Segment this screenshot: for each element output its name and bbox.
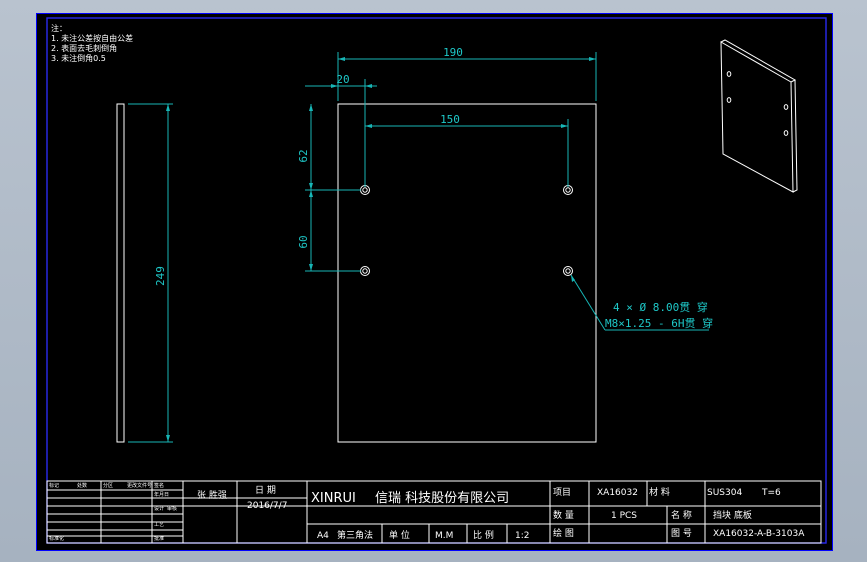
notes: 注： 1. 未注公差按自由公差 2. 表面去毛刺倒角 3. 未注倒角0.5 bbox=[51, 23, 133, 63]
note-header: 注： bbox=[51, 23, 67, 33]
svg-text:设计: 设计 bbox=[154, 505, 164, 512]
iso-plate-edge bbox=[720, 39, 798, 193]
project-no: XA16032 bbox=[597, 488, 638, 498]
dim-height: 249 bbox=[154, 266, 167, 286]
svg-text:日 期: 日 期 bbox=[255, 485, 276, 496]
drawing-no: XA16032-A-B-3103A bbox=[713, 529, 805, 539]
hole-note-1: 4 × Ø 8.00贯 穿 bbox=[613, 300, 708, 314]
material: SUS304 bbox=[707, 488, 742, 498]
svg-text:标记: 标记 bbox=[49, 482, 59, 489]
company-en: XINRUI bbox=[311, 491, 356, 506]
svg-text:年月日: 年月日 bbox=[154, 491, 169, 498]
cad-viewport[interactable]: 注： 1. 未注公差按自由公差 2. 表面去毛刺倒角 3. 未注倒角0.5 24… bbox=[36, 13, 833, 551]
iso-plate-face bbox=[720, 41, 794, 193]
company-cn: 信瑞 科技股份有限公司 bbox=[375, 491, 509, 506]
paper-size: A4 bbox=[317, 531, 329, 541]
note-3: 3. 未注倒角0.5 bbox=[51, 53, 106, 63]
designer: 张 胜强 bbox=[197, 490, 227, 501]
note-2: 2. 表面去毛刺倒角 bbox=[51, 43, 117, 53]
plate-outline bbox=[337, 103, 597, 443]
dim-offset-x: 20 bbox=[336, 73, 349, 86]
dim-hole-pitch: 60 bbox=[297, 235, 310, 248]
svg-text:处数: 处数 bbox=[77, 482, 87, 489]
scale: 1:2 bbox=[515, 531, 529, 541]
quantity: 1 PCS bbox=[611, 511, 637, 521]
svg-text:工艺: 工艺 bbox=[154, 522, 164, 528]
side-view-outline bbox=[116, 103, 125, 443]
svg-text:批准: 批准 bbox=[154, 535, 164, 542]
note-1: 1. 未注公差按自由公差 bbox=[51, 33, 133, 43]
svg-text:图 号: 图 号 bbox=[671, 528, 692, 539]
svg-text:项目: 项目 bbox=[553, 487, 571, 498]
part-name: 挡块 底板 bbox=[713, 509, 752, 521]
thickness: T=6 bbox=[761, 488, 781, 498]
svg-text:材 料: 材 料 bbox=[649, 486, 670, 498]
svg-text:第三角法: 第三角法 bbox=[337, 529, 373, 541]
date: 2016/7/7 bbox=[247, 501, 287, 511]
svg-text:更改文件号: 更改文件号 bbox=[127, 482, 152, 489]
svg-text:单 位: 单 位 bbox=[389, 529, 410, 541]
svg-text:标准化: 标准化 bbox=[49, 535, 64, 542]
svg-text:名 称: 名 称 bbox=[671, 509, 692, 521]
dim-offset-y: 62 bbox=[297, 149, 310, 162]
hole-bottom-right[interactable] bbox=[563, 266, 573, 276]
isometric-view[interactable] bbox=[720, 39, 798, 193]
svg-text:数 量: 数 量 bbox=[553, 509, 574, 521]
side-view[interactable]: 249 bbox=[116, 103, 173, 443]
title-block: 标记 处数 分区 更改文件号 签名 年月日 设计 审核 工艺 批准 标准化 张 … bbox=[46, 480, 822, 544]
dim-hole-span: 150 bbox=[440, 113, 460, 126]
svg-text:绘 图: 绘 图 bbox=[553, 527, 574, 539]
hole-bottom-left[interactable] bbox=[360, 266, 370, 276]
svg-text:审核: 审核 bbox=[167, 505, 177, 512]
drawing-canvas[interactable]: 注： 1. 未注公差按自由公差 2. 表面去毛刺倒角 3. 未注倒角0.5 24… bbox=[37, 14, 832, 550]
leader-line bbox=[570, 274, 606, 331]
svg-text:比 例: 比 例 bbox=[473, 529, 494, 541]
dim-width: 190 bbox=[443, 46, 463, 59]
svg-text:签名: 签名 bbox=[154, 482, 164, 489]
hole-note-2: M8×1.25 - 6H贯 穿 bbox=[605, 316, 713, 330]
front-view[interactable]: 190 20 150 62 60 4 × Ø 8.00贯 穿 M8×1.25 -… bbox=[297, 46, 713, 443]
unit: M.M bbox=[435, 531, 453, 541]
svg-text:分区: 分区 bbox=[103, 482, 113, 489]
